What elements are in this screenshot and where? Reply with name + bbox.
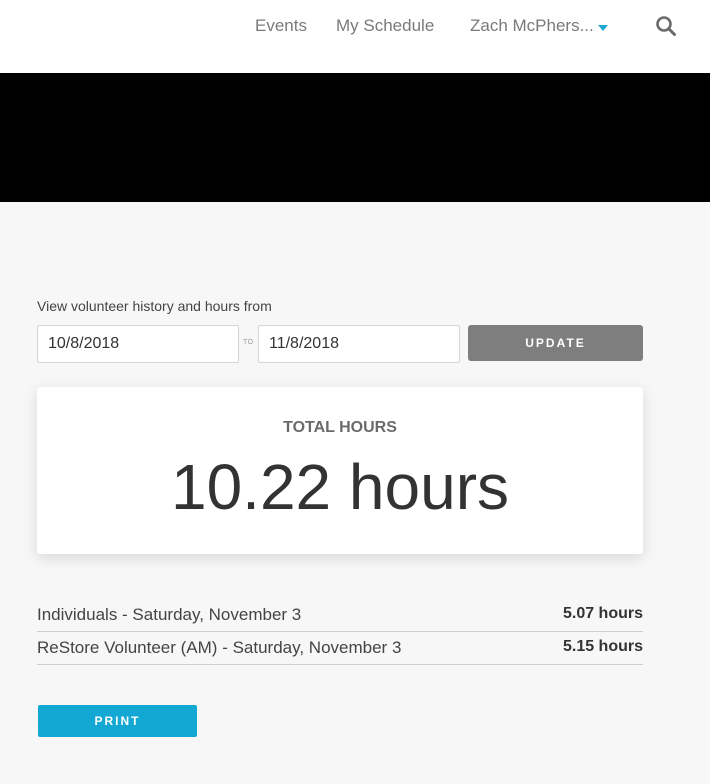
entry-name: Individuals - Saturday, November 3: [37, 605, 302, 624]
search-icon[interactable]: [655, 15, 677, 37]
start-date-input[interactable]: [37, 325, 239, 363]
print-button[interactable]: PRINT: [38, 705, 197, 737]
history-range-label: View volunteer history and hours from: [37, 298, 272, 314]
entry-name: ReStore Volunteer (AM) - Saturday, Novem…: [37, 638, 402, 657]
header-banner: [0, 73, 710, 202]
nav-events-link[interactable]: Events: [255, 16, 307, 36]
entry-hours: 5.15 hours: [562, 638, 643, 655]
end-date-input[interactable]: [258, 325, 460, 363]
update-button[interactable]: UPDATE: [468, 325, 643, 361]
user-menu[interactable]: Zach McPhers...: [470, 16, 594, 36]
to-label: TO: [243, 339, 254, 346]
total-hours-value: 10.22 hours: [170, 451, 510, 523]
total-hours-title: TOTAL HOURS: [283, 419, 397, 436]
entry-hours: 5.07 hours: [562, 605, 643, 622]
top-navigation: Events My Schedule Zach McPhers...: [0, 0, 710, 73]
list-item: ReStore Volunteer (AM) - Saturday, Novem…: [37, 632, 643, 665]
chevron-down-icon[interactable]: [598, 25, 608, 31]
list-item: Individuals - Saturday, November 3 5.07 …: [37, 599, 643, 632]
nav-my-schedule-link[interactable]: My Schedule: [336, 16, 434, 36]
total-hours-card: TOTAL HOURS 10.22 hours: [37, 387, 643, 554]
